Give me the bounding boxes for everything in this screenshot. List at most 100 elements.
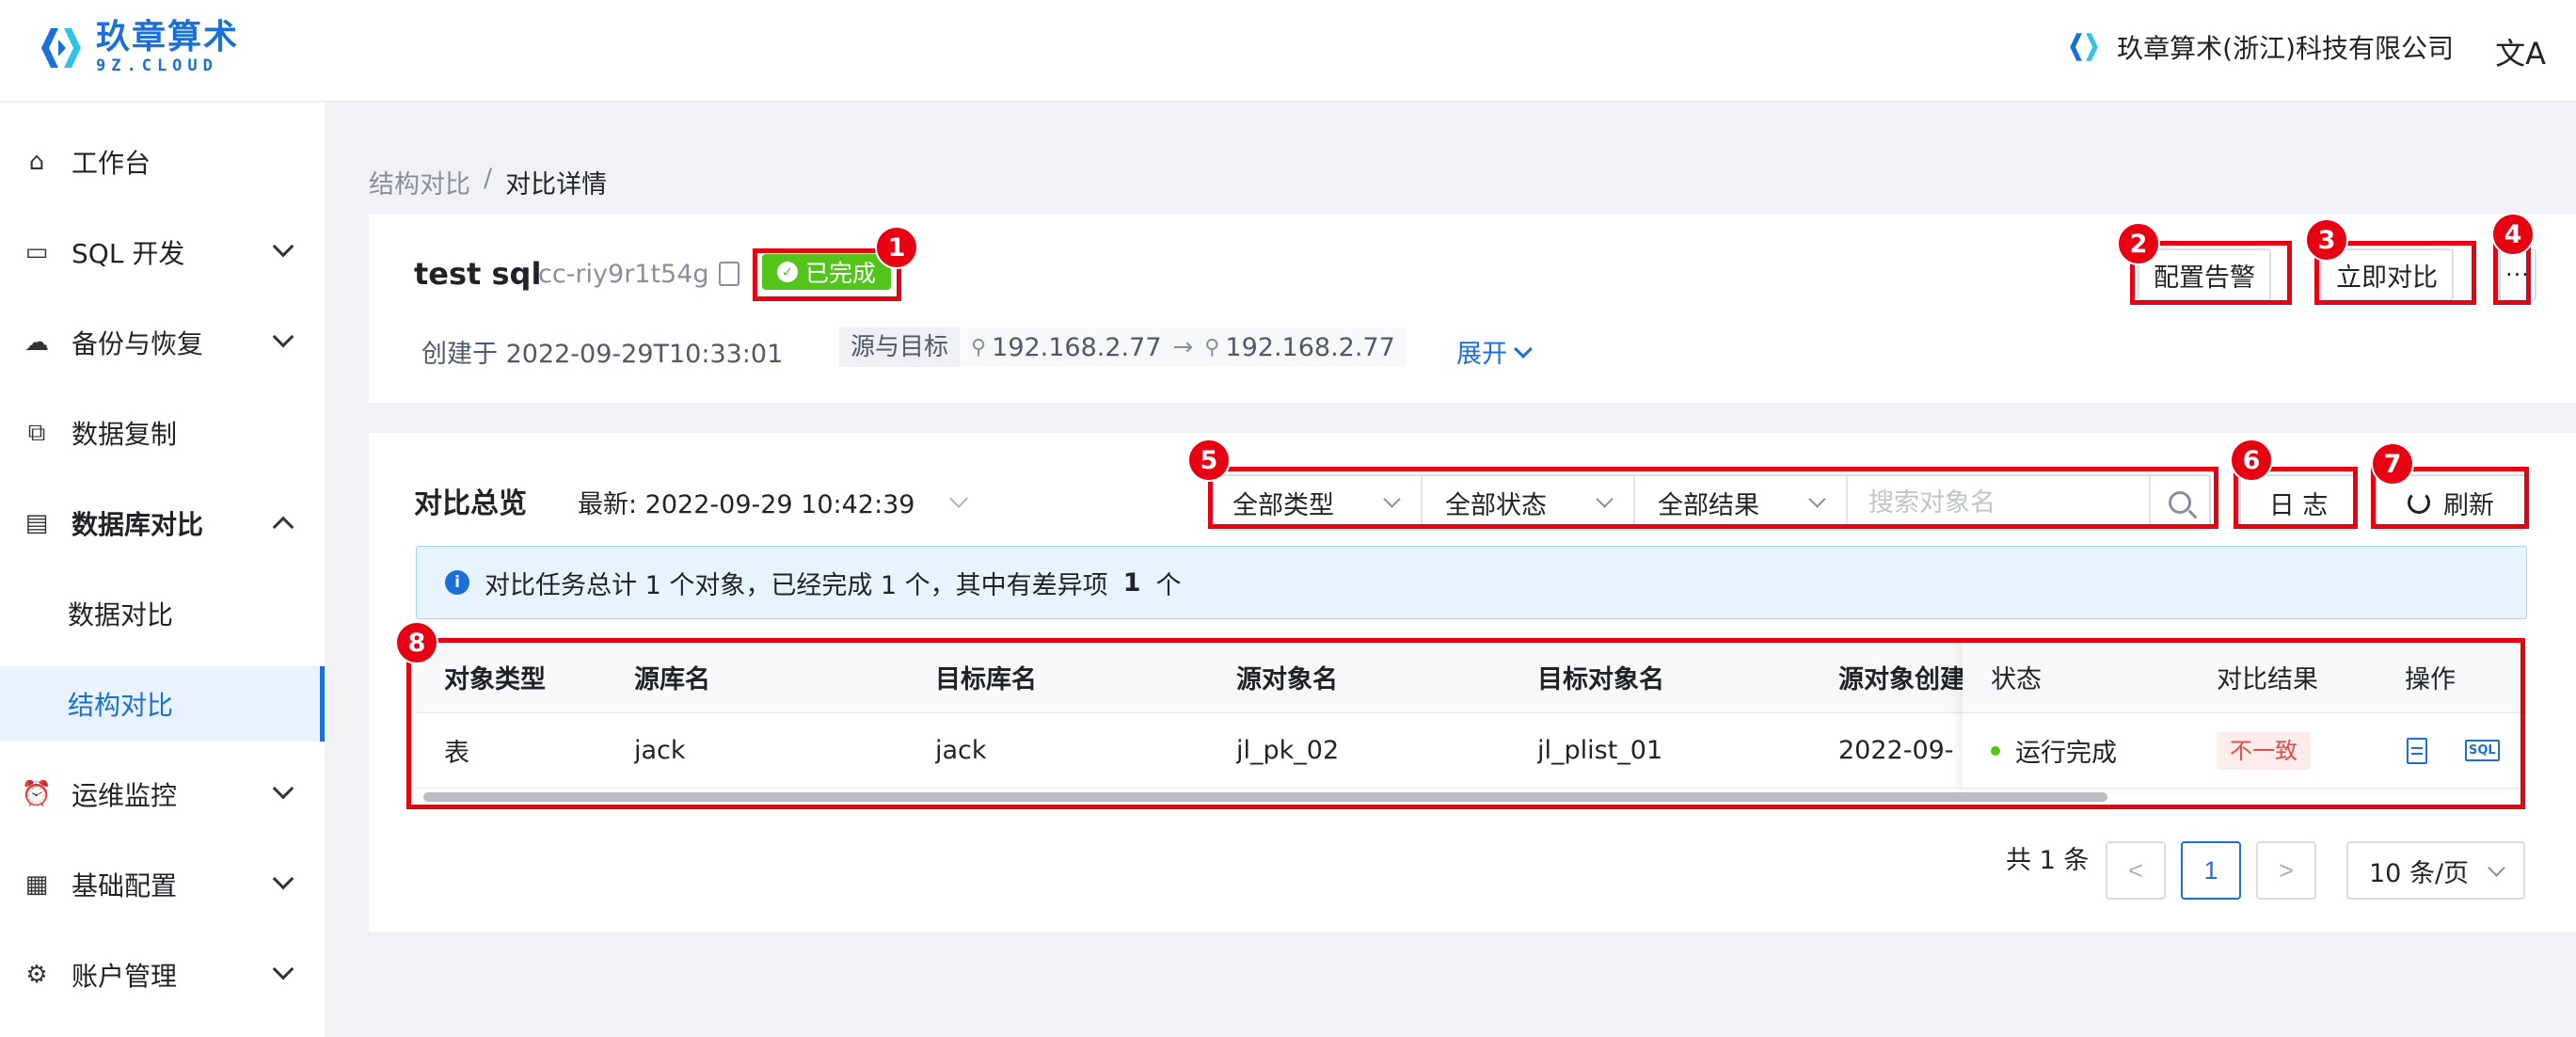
chevron-down-icon [272,326,294,348]
search-button[interactable] [2149,476,2209,529]
sidebar-item-db-compare[interactable]: ▤ 数据库对比 [0,486,325,561]
sidebar: ⌂ 工作台 ▭ SQL 开发 ☁ 备份与恢复 ⧉ 数据复制 ▤ 数据库对比 数据… [0,102,325,1037]
result-filter-value: 全部结果 [1658,490,1759,520]
filter-bar: 全部类型 全部状态 全部结果 [1208,474,2211,531]
status-filter-value: 全部状态 [1445,490,1547,520]
sidebar-item-ops-monitor[interactable]: ⏰ 运维监控 [0,757,325,832]
config-alarm-button[interactable]: 配置告警 [2138,248,2271,301]
sidebar-item-label: 账户管理 [72,961,178,992]
refresh-label: 刷新 [2443,490,2494,520]
chevron-down-icon [1383,490,1401,508]
cell-type: 表 [444,739,469,768]
sidebar-item-label: 数据复制 [72,419,178,450]
sidebar-item-workbench[interactable]: ⌂ 工作台 [0,124,325,199]
col-header: 状态 [1991,665,2042,694]
next-page-button[interactable]: > [2256,841,2316,900]
status-badge-label: 已完成 [805,260,877,287]
search-box [1848,476,2209,529]
org-logo-icon [2070,33,2098,61]
page-size-select[interactable]: 10 条/页 [2346,841,2525,900]
status-filter-select[interactable]: 全部状态 [1423,476,1635,529]
sidebar-item-data-compare[interactable]: 数据对比 [0,576,325,651]
result-filter-select[interactable]: 全部结果 [1635,476,1848,529]
sidebar-item-account[interactable]: ⚙ 账户管理 [0,937,325,1013]
chevron-down-icon [949,488,969,508]
cell-status: 运行完成 [1991,713,2117,788]
annotation-badge-3: 3 [2305,218,2348,262]
overview-card: 对比总览 最新: 2022-09-29 10:42:39 全部类型 全部状态 全… [369,433,2576,932]
annotation-badge-1: 1 [875,226,918,269]
log-button[interactable]: 日 志 [2239,474,2358,531]
source-target-label: 源与目标 [839,327,961,367]
summary-count: 1 [1122,567,1141,598]
cell-src-db: jack [634,736,686,765]
sql-file-icon[interactable]: SQL [2465,740,2500,761]
task-header-card: test sql cc-riy9r1t54g ✓ 已完成 创建于 2022-09… [369,215,2576,403]
cell-tgt-db: jack [935,736,987,765]
table-row-fixed: 运行完成 不一致 SQL [1963,713,2527,789]
expand-label: 展开 [1456,340,1507,369]
sidebar-item-sql-dev[interactable]: ▭ SQL 开发 [0,215,325,290]
home-icon: ⌂ [28,148,45,176]
chevron-down-icon [272,958,294,981]
sidebar-item-label: SQL 开发 [72,238,185,269]
sidebar-item-label: 结构对比 [68,690,174,721]
sidebar-item-replication[interactable]: ⧉ 数据复制 [0,395,325,471]
col-header: 源对象创建 [1838,665,1963,694]
more-button[interactable]: ··· [2499,248,2536,301]
sidebar-item-label: 基础配置 [72,870,178,901]
type-filter-select[interactable]: 全部类型 [1210,476,1423,529]
annotation-badge-2: 2 [2117,222,2160,265]
logo[interactable]: 玖章算术 9Z.CLOUD [36,21,239,74]
table-header-fixed: 状态 对比结果 操作 [1963,642,2527,713]
summary-suffix: 个 [1155,570,1182,600]
sidebar-item-structure-compare[interactable]: 结构对比 [0,666,325,742]
latest-run-select[interactable]: 最新: 2022-09-29 10:42:39 [578,484,969,520]
config-icon: ▦ [24,870,49,899]
monitor-sql-icon: ▭ [24,238,49,266]
logo-text: 玖章算术 9Z.CLOUD [96,21,239,74]
document-icon[interactable] [2407,737,2427,764]
arrow-right-icon: → [1172,333,1194,361]
col-header: 目标库名 [935,665,1037,694]
refresh-icon [2408,491,2430,514]
search-icon [2169,491,2191,514]
cell-src-created: 2022-09- [1838,736,1954,765]
source-ip: ⚲ 192.168.2.77 [960,333,1172,362]
sidebar-item-backup[interactable]: ☁ 备份与恢复 [0,305,325,380]
horizontal-scrollbar[interactable] [423,792,2107,802]
annotation-badge-8: 8 [395,621,438,664]
copy-icon[interactable] [719,262,739,286]
database-icon: ⚲ [971,335,987,359]
annotation-badge-4: 4 [2491,213,2535,256]
summary-alert: i 对比任务总计 1 个对象，已经完成 1 个，其中有差异项 1 个 [416,546,2527,619]
org-switcher[interactable]: 玖章算术(浙江)科技有限公司 [2066,28,2454,66]
breadcrumb-parent[interactable]: 结构对比 [369,164,470,200]
col-header: 源库名 [634,665,710,694]
search-input[interactable] [1868,487,2151,518]
source-target: 源与目标 ⚲ 192.168.2.77 → ⚲ 192.168.2.77 [839,327,1407,367]
fixed-right-columns: 状态 对比结果 操作 运行完成 不一致 SQL [1963,642,2527,789]
logo-mark-icon [41,27,81,68]
sidebar-item-basic-config[interactable]: ▦ 基础配置 [0,847,325,922]
col-header: 对象类型 [444,665,546,694]
expand-link[interactable]: 展开 [1456,333,1533,370]
page-1-button[interactable]: 1 [2181,841,2241,900]
annotation-badge-6: 6 [2230,439,2273,482]
sidebar-item-label: 数据库对比 [72,509,204,540]
col-header: 操作 [2405,665,2456,694]
prev-page-button[interactable]: < [2106,841,2166,900]
logo-en: 9Z.CLOUD [96,56,218,75]
cell-tgt-obj: jl_plist_01 [1537,736,1663,765]
task-name: test sql [414,256,542,292]
overview-title: 对比总览 [414,487,527,520]
chevron-down-icon [1514,339,1533,359]
alarm-icon: ⏰ [21,780,53,808]
latest-run-text: 最新: 2022-09-29 10:42:39 [578,490,915,519]
chevron-down-icon [272,777,294,800]
summary-text: 对比任务总计 1 个对象，已经完成 1 个，其中有差异项 [485,570,1108,600]
chevron-down-icon [2488,859,2505,877]
sidebar-item-label: 数据对比 [68,599,174,630]
translate-icon[interactable]: 文A [2495,30,2546,73]
status-badge: ✓ 已完成 [762,254,892,290]
